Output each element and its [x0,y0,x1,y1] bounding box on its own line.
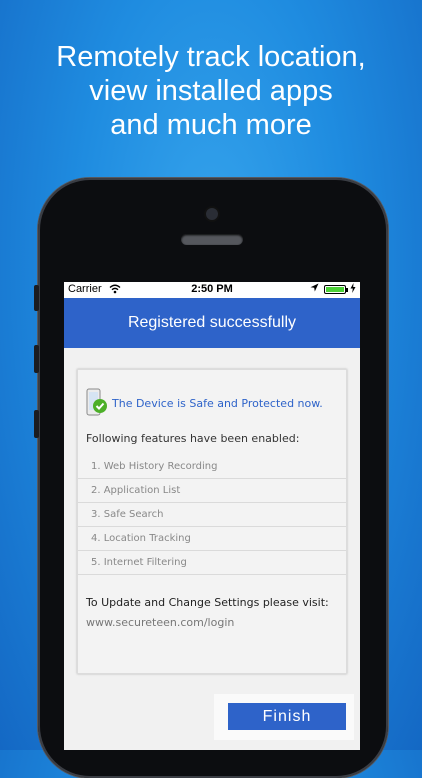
battery-icon [324,285,346,294]
front-camera [206,208,218,220]
phone-screen: Carrier 2:50 PM Registered successfully [64,282,360,750]
settings-instructions: To Update and Change Settings please vis… [86,596,329,609]
page-title: Registered successfully [127,314,297,331]
battery-tip [346,288,348,292]
finish-button[interactable]: Finish [228,703,346,730]
list-item: 5. Internet Filtering [78,551,346,575]
feature-list: 1. Web History Recording 2. Application … [78,455,346,575]
mute-switch [34,285,39,311]
battery-level [326,287,344,292]
protected-device-icon [86,388,108,418]
status-bar: Carrier 2:50 PM [64,282,360,298]
headline-line-1: Remotely track location, [56,41,366,73]
list-item: 1. Web History Recording [78,455,346,479]
location-arrow-icon [310,283,319,296]
list-item: 2. Application List [78,479,346,503]
settings-link[interactable]: www.secureteen.com/login [86,616,234,629]
volume-up-button [34,345,39,373]
list-item: 3. Safe Search [78,503,346,527]
promo-headline: Remotely track location, view installed … [0,40,422,142]
volume-down-button [34,410,39,438]
headline-line-2: view installed apps [89,75,333,107]
page-title-bar: Registered successfully [64,298,360,348]
list-item: 4. Location Tracking [78,527,346,551]
earpiece-speaker [181,234,243,245]
protected-message: The Device is Safe and Protected now. [112,396,323,410]
charging-bolt-icon [350,283,356,296]
summary-card: The Device is Safe and Protected now. Fo… [77,369,347,674]
footer-bar: Finish [214,694,354,740]
features-heading: Following features have been enabled: [86,432,300,445]
headline-line-3: and much more [110,109,312,141]
protection-status: The Device is Safe and Protected now. [86,388,323,418]
